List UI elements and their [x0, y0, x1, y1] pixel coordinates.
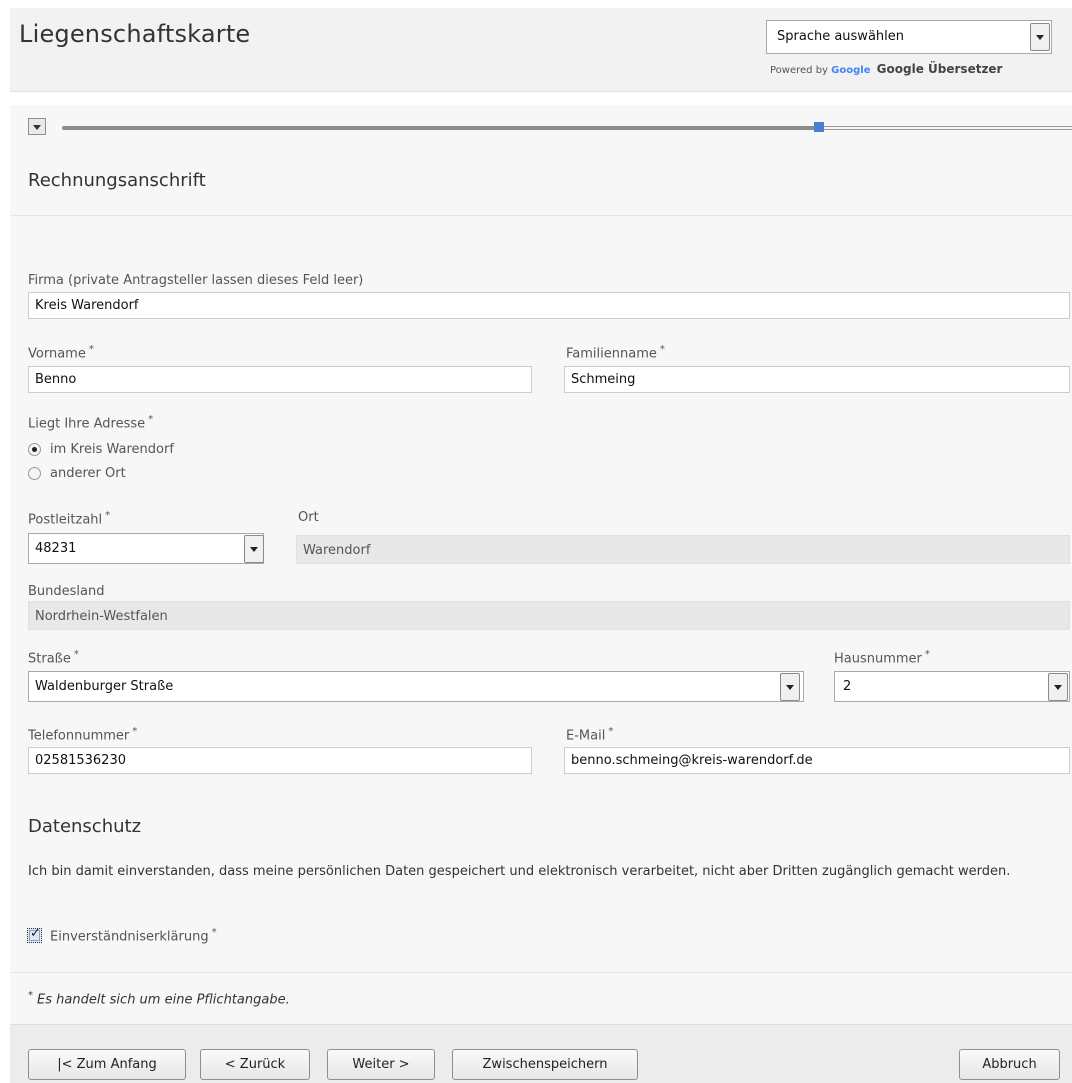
email-label: E-Mail * — [566, 726, 614, 744]
house-number-combobox[interactable]: 2 — [834, 671, 1070, 702]
consent-label: Einverständniserklärung * — [50, 927, 217, 945]
chevron-down-icon[interactable] — [244, 535, 264, 563]
radio-option-other-place[interactable]: anderer Ort — [28, 466, 126, 481]
last-name-input[interactable]: Schmeing — [564, 366, 1070, 393]
privacy-section-title: Datenschutz — [28, 816, 142, 837]
billing-section-title: Rechnungsanschrift — [28, 170, 206, 191]
address-location-label: Liegt Ihre Adresse * — [28, 414, 154, 432]
google-logo: Google — [831, 65, 871, 76]
required-marker: * — [148, 414, 154, 425]
street-value: Waldenburger Straße — [35, 679, 174, 694]
powered-by-google: Powered by Google Google Übersetzer — [770, 62, 1003, 76]
first-name-input[interactable]: Benno — [28, 366, 532, 393]
required-marker: * — [211, 927, 217, 938]
language-select-value: Sprache auswählen — [777, 29, 904, 44]
last-name-label: Familienname * — [566, 344, 665, 362]
street-label: Straße * — [28, 649, 79, 667]
progress-bar-remaining — [824, 126, 1072, 130]
required-marker: * — [608, 726, 614, 737]
phone-label: Telefonnummer * — [28, 726, 138, 744]
email-input[interactable]: benno.schmeing@kreis-warendorf.de — [564, 747, 1070, 774]
cancel-button[interactable]: Abbruch — [959, 1049, 1060, 1080]
required-marker: * — [88, 344, 94, 355]
postal-code-label: Postleitzahl * — [28, 510, 111, 528]
state-label: Bundesland — [28, 584, 105, 599]
first-name-label: Vorname * — [28, 344, 94, 362]
progress-toggle-button[interactable] — [28, 118, 46, 135]
progress-bar-handle — [814, 122, 824, 132]
consent-checkbox[interactable] — [27, 926, 42, 944]
first-page-button[interactable]: |< Zum Anfang — [28, 1049, 186, 1080]
postal-code-combobox[interactable]: 48231 — [28, 533, 264, 564]
back-button[interactable]: < Zurück — [200, 1049, 310, 1080]
page-title: Liegenschaftskarte — [19, 20, 251, 48]
house-number-label: Hausnummer * — [834, 649, 930, 667]
save-draft-button[interactable]: Zwischenspeichern — [452, 1049, 638, 1080]
city-input: Warendorf — [296, 535, 1070, 564]
next-button[interactable]: Weiter > — [327, 1049, 435, 1080]
consent-checkbox-row[interactable]: Einverständniserklärung* — [27, 926, 217, 945]
city-label: Ort — [298, 510, 319, 525]
required-marker: * — [105, 510, 111, 521]
chevron-down-icon[interactable] — [780, 673, 800, 701]
phone-input[interactable]: 02581536230 — [28, 747, 532, 774]
state-input: Nordrhein-Westfalen — [28, 601, 1070, 630]
chevron-down-icon[interactable] — [1030, 23, 1050, 51]
postal-code-value: 48231 — [35, 541, 77, 556]
required-marker: * — [659, 344, 665, 355]
radio-button-checked[interactable] — [28, 443, 41, 456]
privacy-text: Ich bin damit einverstanden, dass meine … — [28, 864, 1011, 879]
radio-button[interactable] — [28, 467, 41, 480]
chevron-down-icon[interactable] — [1048, 673, 1068, 701]
company-input[interactable]: Kreis Warendorf — [28, 292, 1070, 319]
required-marker: * — [924, 649, 930, 660]
section-divider — [10, 215, 1072, 216]
google-translate-link[interactable]: Google Übersetzer — [877, 62, 1003, 76]
language-select[interactable]: Sprache auswählen — [766, 20, 1052, 54]
progress-bar-completed — [62, 126, 818, 130]
company-label: Firma (private Antragsteller lassen dies… — [28, 273, 364, 288]
section-divider — [10, 972, 1072, 973]
required-marker: * — [132, 726, 138, 737]
required-footnote: * Es handelt sich um eine Pflichtangabe. — [28, 990, 290, 1008]
radio-option-in-district[interactable]: im Kreis Warendorf — [28, 442, 174, 457]
street-combobox[interactable]: Waldenburger Straße — [28, 671, 804, 702]
required-marker: * — [73, 649, 79, 660]
house-number-value: 2 — [843, 679, 852, 694]
